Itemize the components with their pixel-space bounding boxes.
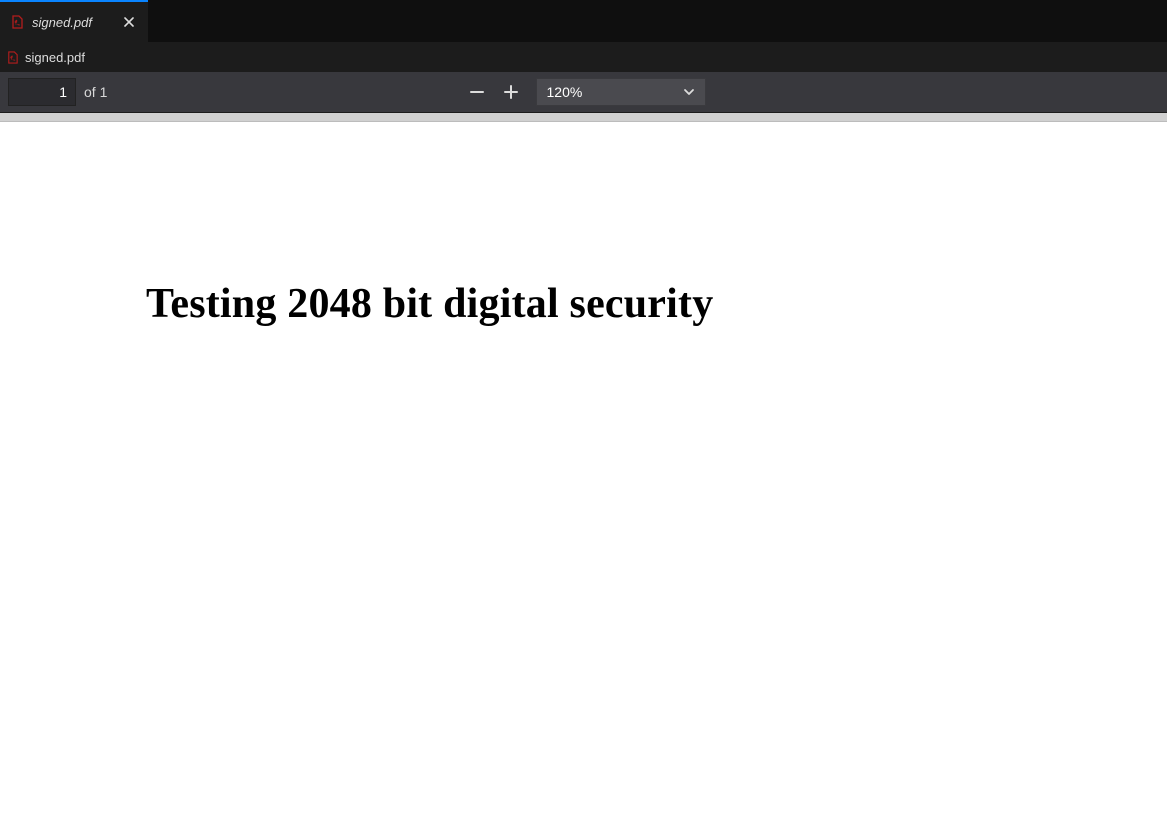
document-heading: Testing 2048 bit digital security (146, 280, 713, 328)
zoom-out-button[interactable] (462, 77, 492, 107)
tab-title: signed.pdf (32, 15, 92, 30)
chevron-down-icon (683, 86, 695, 98)
document-viewport[interactable]: Testing 2048 bit digital security (0, 122, 1167, 840)
zoom-level-value: 120% (547, 84, 583, 100)
tab-bar: signed.pdf (0, 0, 1167, 42)
toolbar: of 1 120% (0, 72, 1167, 112)
page-navigation: of 1 (8, 78, 107, 106)
file-bar: signed.pdf (0, 42, 1167, 72)
pdf-app-icon (10, 15, 24, 29)
zoom-controls: 120% (462, 77, 706, 107)
pdf-app-icon (6, 51, 19, 64)
toolbar-separator (0, 112, 1167, 122)
page-number-input[interactable] (8, 78, 76, 106)
page-total-label: of 1 (84, 84, 107, 100)
zoom-level-select[interactable]: 120% (536, 78, 706, 106)
file-name: signed.pdf (25, 50, 85, 65)
tab-signed-pdf[interactable]: signed.pdf (0, 0, 148, 42)
close-tab-button[interactable] (120, 13, 138, 31)
zoom-in-button[interactable] (496, 77, 526, 107)
